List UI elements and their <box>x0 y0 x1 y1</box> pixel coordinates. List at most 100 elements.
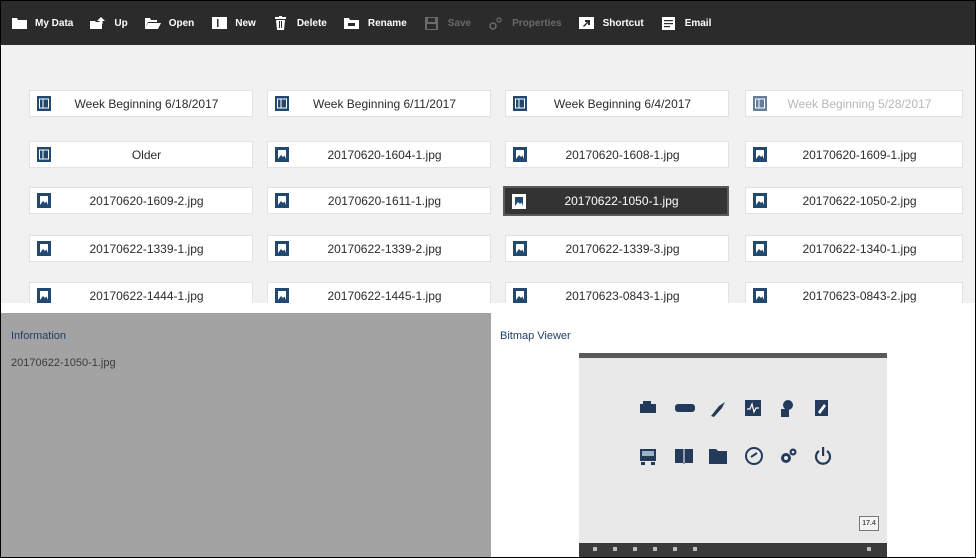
folder-icon <box>37 147 51 162</box>
new-button[interactable]: New <box>211 1 256 45</box>
up-label: Up <box>114 17 128 29</box>
rename-label: Rename <box>367 17 407 29</box>
delete-button[interactable]: Delete <box>273 1 327 45</box>
shortcut-icon <box>579 16 595 30</box>
preview-bottom-bar <box>579 543 887 557</box>
image-file-icon <box>753 193 767 208</box>
preview-version-badge: 17.4 <box>859 516 879 531</box>
image-tile[interactable]: 20170622-1339-1.jpg <box>29 235 253 262</box>
email-icon <box>661 16 677 30</box>
tile-label: 20170622-1339-1.jpg <box>89 241 204 256</box>
shortcut-button[interactable]: Shortcut <box>579 1 644 45</box>
information-title: Information <box>11 330 67 342</box>
preview-bar-glyph <box>673 547 677 551</box>
save-button[interactable]: Save <box>424 1 471 45</box>
image-file-icon <box>753 241 767 256</box>
properties-label: Properties <box>512 17 562 29</box>
image-tile[interactable]: 20170620-1611-1.jpg <box>267 187 491 214</box>
bitmap-preview-image: 17.4 <box>579 353 887 557</box>
quick-lookups-icon <box>665 448 705 488</box>
file-browser: Week Beginning 6/18/2017 Week Beginning … <box>1 45 975 303</box>
vehicle-history-icon <box>629 448 669 488</box>
image-file-icon <box>513 241 527 256</box>
folder-tile-week-6-11[interactable]: Week Beginning 6/11/2017 <box>267 90 491 117</box>
tile-label: 20170620-1609-1.jpg <box>802 147 917 162</box>
image-tile[interactable]: 20170622-1339-2.jpg <box>267 235 491 262</box>
folder-tile-week-6-4[interactable]: Week Beginning 6/4/2017 <box>505 90 729 117</box>
image-tile[interactable]: 20170622-1445-1.jpg <box>267 282 491 303</box>
rename-icon <box>344 16 360 30</box>
open-label: Open <box>168 17 195 29</box>
image-file-icon <box>512 193 526 209</box>
folder-icon <box>275 96 289 111</box>
preview-bar-glyph <box>613 547 617 551</box>
image-file-icon <box>753 288 767 303</box>
open-button[interactable]: Open <box>144 1 195 45</box>
tile-label: 20170622-1050-2.jpg <box>802 193 917 208</box>
exit-power-icon <box>805 446 845 486</box>
image-tile[interactable]: 20170620-1609-2.jpg <box>29 187 253 214</box>
rename-button[interactable]: Rename <box>344 1 407 45</box>
image-file-icon <box>275 193 289 208</box>
shortcut-label: Shortcut <box>602 17 644 29</box>
repair-information-icon <box>805 399 845 439</box>
image-file-icon <box>37 288 51 303</box>
image-file-icon <box>513 147 527 162</box>
tile-label: 20170622-1339-2.jpg <box>327 241 442 256</box>
open-folder-icon <box>144 16 161 30</box>
tile-label: 20170623-0843-2.jpg <box>802 288 917 303</box>
preview-bar-glyph <box>867 547 871 551</box>
email-label: Email <box>684 17 712 29</box>
tile-label: Week Beginning 5/28/2017 <box>787 96 932 111</box>
sure-track-icon <box>770 399 810 439</box>
image-file-icon <box>275 288 289 303</box>
image-tile-selected[interactable]: 20170622-1050-1.jpg <box>503 186 729 216</box>
preview-bar-glyph <box>693 547 697 551</box>
image-tile[interactable]: 20170623-0843-1.jpg <box>505 282 729 303</box>
tile-label: 20170620-1608-1.jpg <box>565 147 680 162</box>
tile-label: 20170622-1050-1.jpg <box>564 194 679 208</box>
folder-icon <box>37 96 51 111</box>
system-settings-icon <box>770 446 810 486</box>
image-file-icon <box>275 241 289 256</box>
tile-label: 20170620-1609-2.jpg <box>89 193 204 208</box>
image-file-icon <box>753 147 767 162</box>
email-button[interactable]: Email <box>661 1 712 45</box>
folder-icon <box>513 96 527 111</box>
folder-tile-week-6-18[interactable]: Week Beginning 6/18/2017 <box>29 90 253 117</box>
delete-label: Delete <box>296 17 327 29</box>
folder-tile-older[interactable]: Older <box>29 141 253 168</box>
tips-icon <box>735 446 775 486</box>
folder-tile-week-5-28[interactable]: Week Beginning 5/28/2017 <box>745 90 963 117</box>
my-data-window: My Data Up Open New Delete Rename Save P… <box>0 0 976 558</box>
tile-label: 20170622-1444-1.jpg <box>89 288 204 303</box>
tile-label: Week Beginning 6/4/2017 <box>553 96 692 111</box>
image-tile[interactable]: 20170623-0843-2.jpg <box>745 282 963 303</box>
component-tests-icon <box>700 401 740 441</box>
properties-icon <box>488 16 504 30</box>
image-tile[interactable]: 20170620-1604-1.jpg <box>267 141 491 168</box>
scope-multimeter-icon <box>735 399 775 439</box>
toolbar: My Data Up Open New Delete Rename Save P… <box>1 1 975 45</box>
image-tile[interactable]: 20170622-1339-3.jpg <box>505 235 729 262</box>
folder-icon <box>753 96 767 111</box>
image-tile[interactable]: 20170620-1608-1.jpg <box>505 141 729 168</box>
image-tile[interactable]: 20170622-1340-1.jpg <box>745 235 963 262</box>
preview-top-bar <box>579 353 887 358</box>
properties-button[interactable]: Properties <box>488 1 562 45</box>
tile-label: 20170622-1340-1.jpg <box>802 241 917 256</box>
image-file-icon <box>37 193 51 208</box>
image-tile[interactable]: 20170622-1444-1.jpg <box>29 282 253 303</box>
obd-direct-icon <box>665 401 705 441</box>
image-tile[interactable]: 20170622-1050-2.jpg <box>745 187 963 214</box>
tile-label: 20170622-1445-1.jpg <box>327 288 442 303</box>
image-file-icon <box>37 241 51 256</box>
up-button[interactable]: Up <box>90 1 128 45</box>
tile-label: 20170620-1604-1.jpg <box>327 147 442 162</box>
my-data-button[interactable]: My Data <box>11 1 73 45</box>
preview-bar-glyph <box>633 547 637 551</box>
information-panel: Information 20170622-1050-1.jpg <box>1 313 491 557</box>
preview-bar-glyph <box>653 547 657 551</box>
tile-label: Week Beginning 6/18/2017 <box>74 96 219 111</box>
image-tile[interactable]: 20170620-1609-1.jpg <box>745 141 963 168</box>
